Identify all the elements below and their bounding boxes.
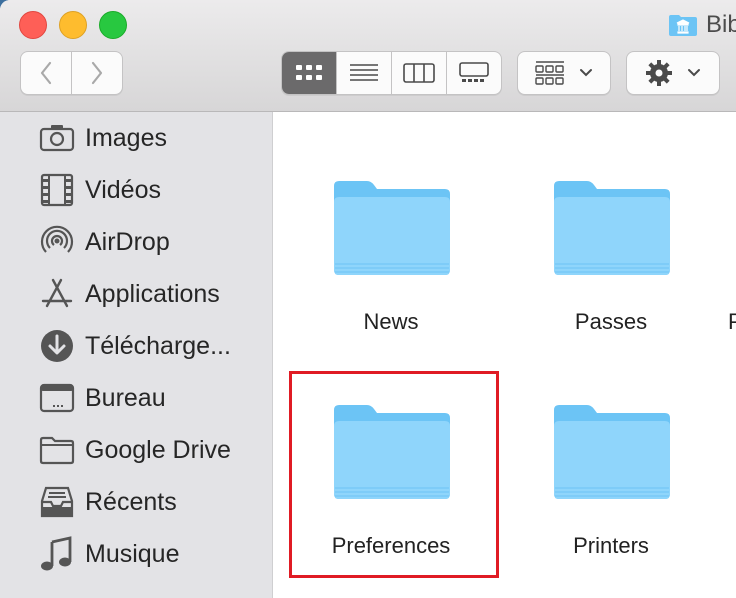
- sidebar-item-label: Musique: [85, 539, 180, 568]
- sidebar-item-images[interactable]: Images: [38, 120, 270, 156]
- airdrop-icon: [38, 224, 76, 260]
- sidebar-item-label: AirDrop: [85, 227, 170, 256]
- gear-icon: [646, 60, 672, 86]
- chevron-down-icon: [580, 69, 592, 77]
- sidebar-item-label: Récents: [85, 487, 177, 516]
- navigation-group: [20, 51, 123, 95]
- back-button[interactable]: [21, 52, 71, 94]
- folder-icon: [334, 181, 450, 275]
- folder-name: Passes: [574, 309, 648, 334]
- sidebar-item-music[interactable]: Musique: [38, 536, 270, 572]
- zoom-window-button[interactable]: [99, 11, 127, 39]
- camera-icon: [38, 120, 76, 156]
- action-menu-button[interactable]: [626, 51, 720, 95]
- folder-name: News: [363, 309, 419, 334]
- sidebar-item-label: Vidéos: [85, 175, 161, 204]
- group-by-button[interactable]: [517, 51, 611, 95]
- folder-icon: [554, 181, 670, 275]
- folder-item-passes[interactable]: Passes: [511, 178, 711, 358]
- chevron-down-icon: [688, 69, 700, 77]
- sidebar-item-desktop[interactable]: Bureau: [38, 380, 270, 416]
- sidebar-item-label: Télécharge...: [85, 331, 231, 360]
- chevron-right-icon: [91, 61, 103, 85]
- highlight-annotation: [289, 371, 499, 578]
- music-note-icon: [38, 536, 76, 572]
- close-window-button[interactable]: [19, 11, 47, 39]
- desktop-icon: [38, 380, 76, 416]
- sidebar-item-label: Applications: [85, 279, 220, 308]
- column-view-button[interactable]: [391, 52, 446, 94]
- film-icon: [38, 172, 76, 208]
- icon-view-icon: [296, 65, 322, 80]
- folder-icon: [38, 432, 76, 468]
- gallery-view-button[interactable]: [446, 52, 501, 94]
- list-view-button[interactable]: [336, 52, 391, 94]
- window-title-text: Bibliothèque: [706, 11, 736, 38]
- group-grid-icon: [535, 61, 564, 85]
- download-icon: [38, 328, 76, 364]
- toolbar: Bibliothèque: [0, 0, 736, 112]
- sidebar-item-google-drive[interactable]: Google Drive: [38, 432, 270, 468]
- finder-window: Bibliothèque: [0, 0, 736, 598]
- sidebar: Images Vidéos AirDrop Applications Téléc…: [0, 112, 273, 598]
- applications-icon: [38, 276, 76, 312]
- folder-name: Printers: [573, 533, 649, 558]
- forward-button[interactable]: [71, 52, 122, 94]
- sidebar-item-videos[interactable]: Vidéos: [38, 172, 270, 208]
- partial-folder-name: P: [728, 309, 736, 334]
- chevron-left-icon: [40, 61, 52, 85]
- sidebar-item-label: Images: [85, 123, 167, 152]
- sidebar-item-applications[interactable]: Applications: [38, 276, 270, 312]
- sidebar-item-airdrop[interactable]: AirDrop: [38, 224, 270, 260]
- view-mode-selector: [281, 51, 502, 95]
- list-view-icon: [350, 64, 378, 81]
- folder-item-news[interactable]: News: [291, 178, 491, 358]
- folder-icon: [554, 405, 670, 499]
- sidebar-item-label: Bureau: [85, 383, 166, 412]
- sidebar-item-recents[interactable]: Récents: [38, 484, 270, 520]
- folder-item-printers[interactable]: Printers: [511, 402, 711, 582]
- column-view-icon: [403, 63, 435, 83]
- recents-icon: [38, 484, 76, 520]
- gallery-view-icon: [459, 62, 489, 82]
- window-title: Bibliothèque: [668, 9, 736, 41]
- sidebar-item-downloads[interactable]: Télécharge...: [38, 328, 270, 364]
- minimize-window-button[interactable]: [59, 11, 87, 39]
- icon-view-button[interactable]: [282, 52, 336, 94]
- sidebar-item-label: Google Drive: [85, 435, 231, 464]
- library-folder-icon: [669, 15, 697, 36]
